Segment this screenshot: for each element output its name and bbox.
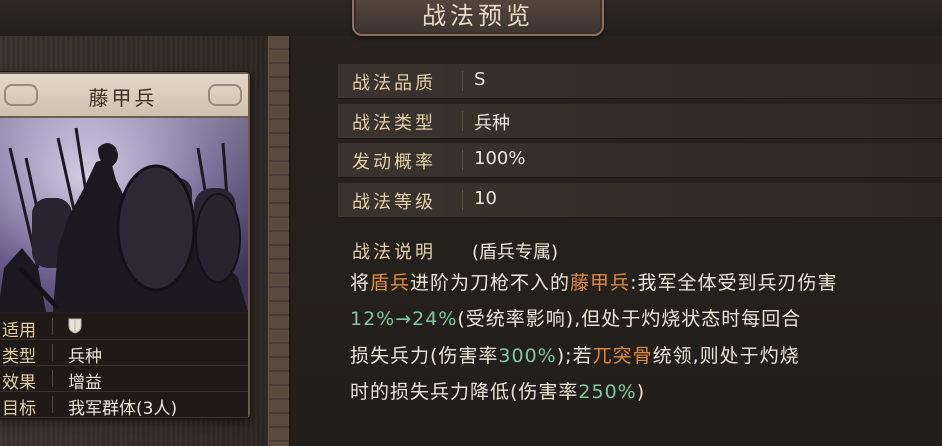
- description-heading: 战法说明: [352, 242, 436, 263]
- info-value: 兵种: [474, 113, 510, 134]
- attr-value: 增益: [68, 373, 102, 393]
- attr-separator: [52, 318, 53, 335]
- description-line-2: 12%→24%(受统率影响),但处于灼烧状态时每回合: [350, 304, 801, 331]
- card-header: 藤甲兵: [0, 74, 248, 118]
- panel-divider: [268, 36, 291, 446]
- attr-separator: [52, 396, 53, 413]
- attr-row-target: 目标 我军群体(3人): [0, 392, 248, 419]
- desc-keyword-shield-troop: 盾兵: [370, 272, 411, 294]
- info-row-trigger-rate: 发动概率 100%: [338, 143, 942, 178]
- info-value: S: [474, 69, 486, 90]
- troop-card[interactable]: 藤甲兵 适用 类型 兵种 效果 增益 目标 我军群体(3人): [0, 72, 250, 419]
- info-separator: [462, 150, 463, 170]
- info-row-quality: 战法品质 S: [338, 64, 942, 99]
- desc-text: 时的损失兵力降低(伤害率: [350, 381, 579, 403]
- desc-text: 损失兵力(伤害率: [350, 345, 499, 367]
- window-title: 战法预览: [422, 2, 534, 30]
- desc-value-damage-rate-reduced: 250%: [578, 381, 637, 403]
- attr-label: 类型: [2, 347, 36, 367]
- card-artwork: [0, 118, 248, 312]
- attr-label: 适用: [2, 321, 36, 341]
- desc-value-damage-rate: 300%: [498, 345, 557, 367]
- info-value: 10: [474, 188, 497, 209]
- attr-separator: [52, 370, 53, 387]
- info-row-level: 战法等级 10: [338, 183, 942, 218]
- info-label: 战法品质: [352, 73, 436, 94]
- attr-label: 目标: [2, 399, 36, 419]
- attr-value: 兵种: [68, 347, 102, 367]
- desc-value-reduction: 12%→24%: [350, 308, 458, 330]
- info-separator: [462, 190, 463, 210]
- description-tag: (盾兵专属): [472, 242, 559, 263]
- soldiers-silhouette-art: [0, 118, 248, 312]
- desc-text: ): [636, 381, 646, 403]
- info-label: 发动概率: [352, 152, 436, 173]
- card-attributes: 适用 类型 兵种 效果 增益 目标 我军群体(3人): [0, 314, 248, 419]
- info-label: 战法类型: [352, 113, 436, 134]
- attr-value: 我军群体(3人): [68, 399, 178, 419]
- info-value: 100%: [474, 148, 526, 169]
- desc-text: (受统率影响),但处于灼烧状态时每回合: [457, 308, 802, 330]
- shield-icon: [68, 318, 82, 334]
- info-separator: [462, 111, 463, 131]
- desc-text: 统领,则处于灼烧: [652, 345, 800, 367]
- desc-text: );若: [556, 345, 593, 367]
- attr-row-applicable: 适用: [0, 314, 248, 341]
- card-name: 藤甲兵: [88, 86, 158, 110]
- description-line-4: 时的损失兵力降低(伤害率250%): [350, 377, 645, 404]
- info-row-type: 战法类型 兵种: [338, 104, 942, 139]
- desc-keyword-general: 兀突骨: [592, 345, 653, 367]
- desc-text: 进阶为刀枪不入的: [410, 272, 571, 294]
- title-plate: 战法预览: [352, 0, 604, 36]
- desc-keyword-rattan-troop: 藤甲兵: [570, 272, 631, 294]
- attr-label: 效果: [2, 373, 36, 393]
- description-line-1: 将盾兵进阶为刀枪不入的藤甲兵:我军全体受到兵刃伤害: [350, 268, 837, 295]
- attr-row-effect: 效果 增益: [0, 366, 248, 393]
- desc-text: 将: [350, 272, 371, 294]
- desc-text: :我军全体受到兵刃伤害: [630, 272, 838, 294]
- attr-row-type: 类型 兵种: [0, 340, 248, 367]
- info-label: 战法等级: [352, 192, 436, 213]
- attr-separator: [52, 344, 53, 361]
- info-separator: [462, 71, 463, 91]
- description-line-3: 损失兵力(伤害率300%);若兀突骨统领,则处于灼烧: [350, 341, 800, 368]
